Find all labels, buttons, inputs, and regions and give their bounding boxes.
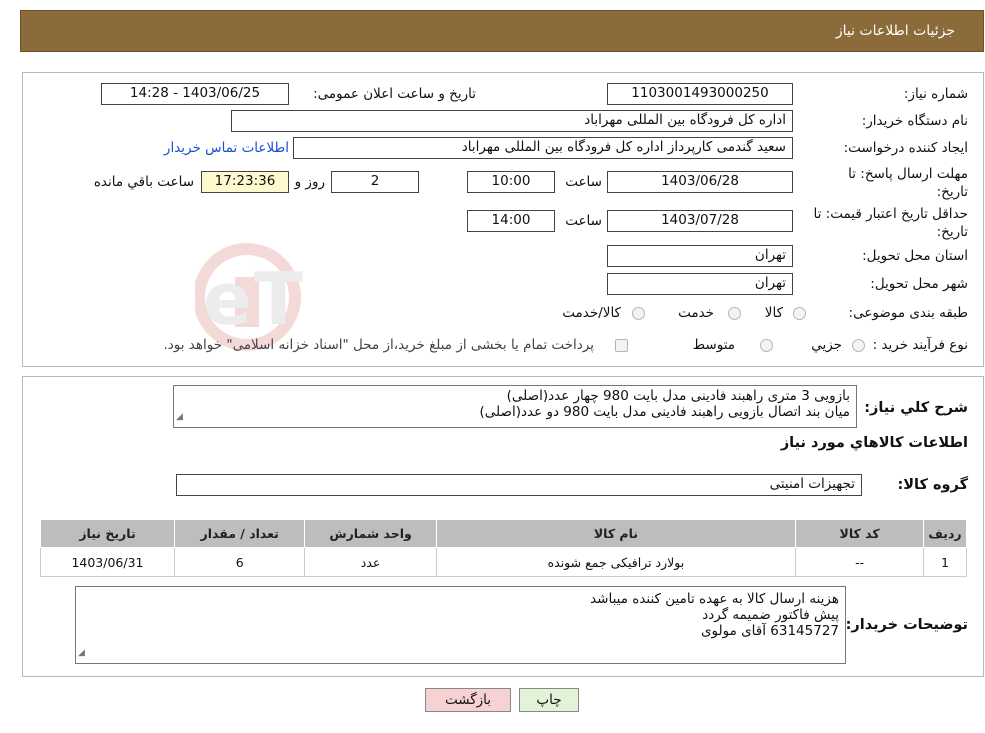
reply-date-field: 1403/06/28 [607,171,793,193]
process-option-medium: متوسط [692,337,735,353]
price-date-field: 1403/07/28 [607,210,793,232]
city-label: شهر محل تحویل: [870,276,968,292]
reply-time-field: 10:00 [467,171,555,193]
creator-label: ایجاد کننده درخواست: [843,140,968,156]
back-button[interactable]: بازگشت [425,688,511,712]
col-header-row-number: رديف [923,519,967,548]
col-header-quantity: تعداد / مقدار [173,519,306,548]
cell-row-number: 1 [923,547,967,577]
need-number-label: شماره نیاز: [903,86,968,102]
payment-checkbox[interactable] [615,339,628,352]
goods-group-label: گروه کالا: [897,477,968,493]
announce-label: تاریخ و ساعت اعلان عمومی: [313,86,476,102]
table-row: 1 -- بولارد ترافیکی جمع شونده عدد 6 1403… [40,547,967,577]
items-table-wrapper: رديف کد کالا نام کالا واحد شمارش تعداد /… [40,519,967,577]
remaining-time-field: 17:23:36 [201,171,289,193]
days-label: روز و [294,174,325,190]
creator-field: سعید گندمی کارپرداز اداره کل فرودگاه بین… [293,137,793,159]
description-label: شرح کلي نياز: [864,400,968,416]
col-header-item-code: کد کالا [795,519,925,548]
cell-item-name: بولارد ترافیکی جمع شونده [435,547,797,577]
category-option-goods: کالا [764,305,783,321]
province-field: تهران [607,245,793,267]
buyer-notes-line-2: پیش فاکتور ضمیمه گردد [702,607,839,623]
buyer-notes-line-3: 63145727 آقای مولوی [700,623,839,639]
cell-item-code: -- [795,547,925,577]
buyer-contact-link[interactable]: اطلاعات تماس خریدار [164,140,289,156]
need-number-field: 1103001493000250 [607,83,793,105]
reply-deadline-label: مهلت ارسال پاسخ: تا تاریخ: [848,166,968,200]
process-option-minor: جزیي [811,337,842,353]
city-field: تهران [607,273,793,295]
process-radio-minor[interactable] [852,339,865,352]
price-time-label: ساعت [565,213,602,229]
svg-text:AriaTender.neT: AriaTender.neT [195,257,305,341]
category-option-service: خدمت [678,305,714,321]
cell-unit: عدد [304,547,437,577]
province-label: استان محل تحویل: [862,248,968,264]
buyer-org-label: نام دستگاه خریدار: [861,113,968,129]
buyer-notes-label: توضیحات خریدار: [845,617,968,633]
print-button[interactable]: چاپ [519,688,579,712]
category-option-goods-service: کالا/خدمت [562,305,621,321]
buyer-notes-textarea[interactable]: هزینه ارسال کالا به عهده تامین کننده میب… [75,586,846,664]
description-line-1: بازویی 3 متری راهبند فادینی مدل بایت 980… [506,388,850,404]
category-radio-goods-service[interactable] [632,307,645,320]
days-field: 2 [331,171,419,193]
items-table: رديف کد کالا نام کالا واحد شمارش تعداد /… [40,519,967,577]
remaining-label: ساعت باقي مانده [93,174,194,190]
goods-section-title: اطلاعات کالاهاي مورد نياز [780,435,968,451]
process-radio-medium[interactable] [760,339,773,352]
page-title: جزئیات اطلاعات نیاز [835,23,955,39]
buyer-org-field: اداره کل فرودگاه بین المللی مهراباد [231,110,793,132]
resize-handle-icon[interactable]: ◢ [176,409,183,425]
category-radio-service[interactable] [728,307,741,320]
cell-need-date: 1403/06/31 [40,547,175,577]
page-header: جزئیات اطلاعات نیاز [20,10,984,52]
description-textarea[interactable]: بازویی 3 متری راهبند فادینی مدل بایت 980… [173,385,857,428]
process-label: نوع فرآیند خرید : [872,337,968,353]
col-header-need-date: تاریخ نیاز [40,519,175,548]
category-label: طبقه بندی موضوعی: [848,305,968,321]
col-header-unit: واحد شمارش [304,519,437,548]
announce-field: 1403/06/25 - 14:28 [101,83,289,105]
payment-note: پرداخت تمام یا بخشی از مبلغ خرید،از محل … [163,337,594,353]
description-line-2: میان بند اتصال بازویی راهبند فادینی مدل … [479,404,850,420]
cell-quantity: 6 [173,547,306,577]
reply-time-label: ساعت [565,174,602,190]
items-table-header-row: رديف کد کالا نام کالا واحد شمارش تعداد /… [40,519,967,548]
col-header-item-name: نام کالا [435,519,797,548]
category-radio-goods[interactable] [793,307,806,320]
price-validity-label: حداقل تاریخ اعتبار قیمت: تا تاریخ: [813,206,968,240]
buyer-notes-line-1: هزینه ارسال کالا به عهده تامین کننده میب… [590,591,839,607]
goods-group-field: تجهیزات امنیتی [176,474,862,496]
price-time-field: 14:00 [467,210,555,232]
resize-handle-icon[interactable]: ◢ [78,645,85,661]
